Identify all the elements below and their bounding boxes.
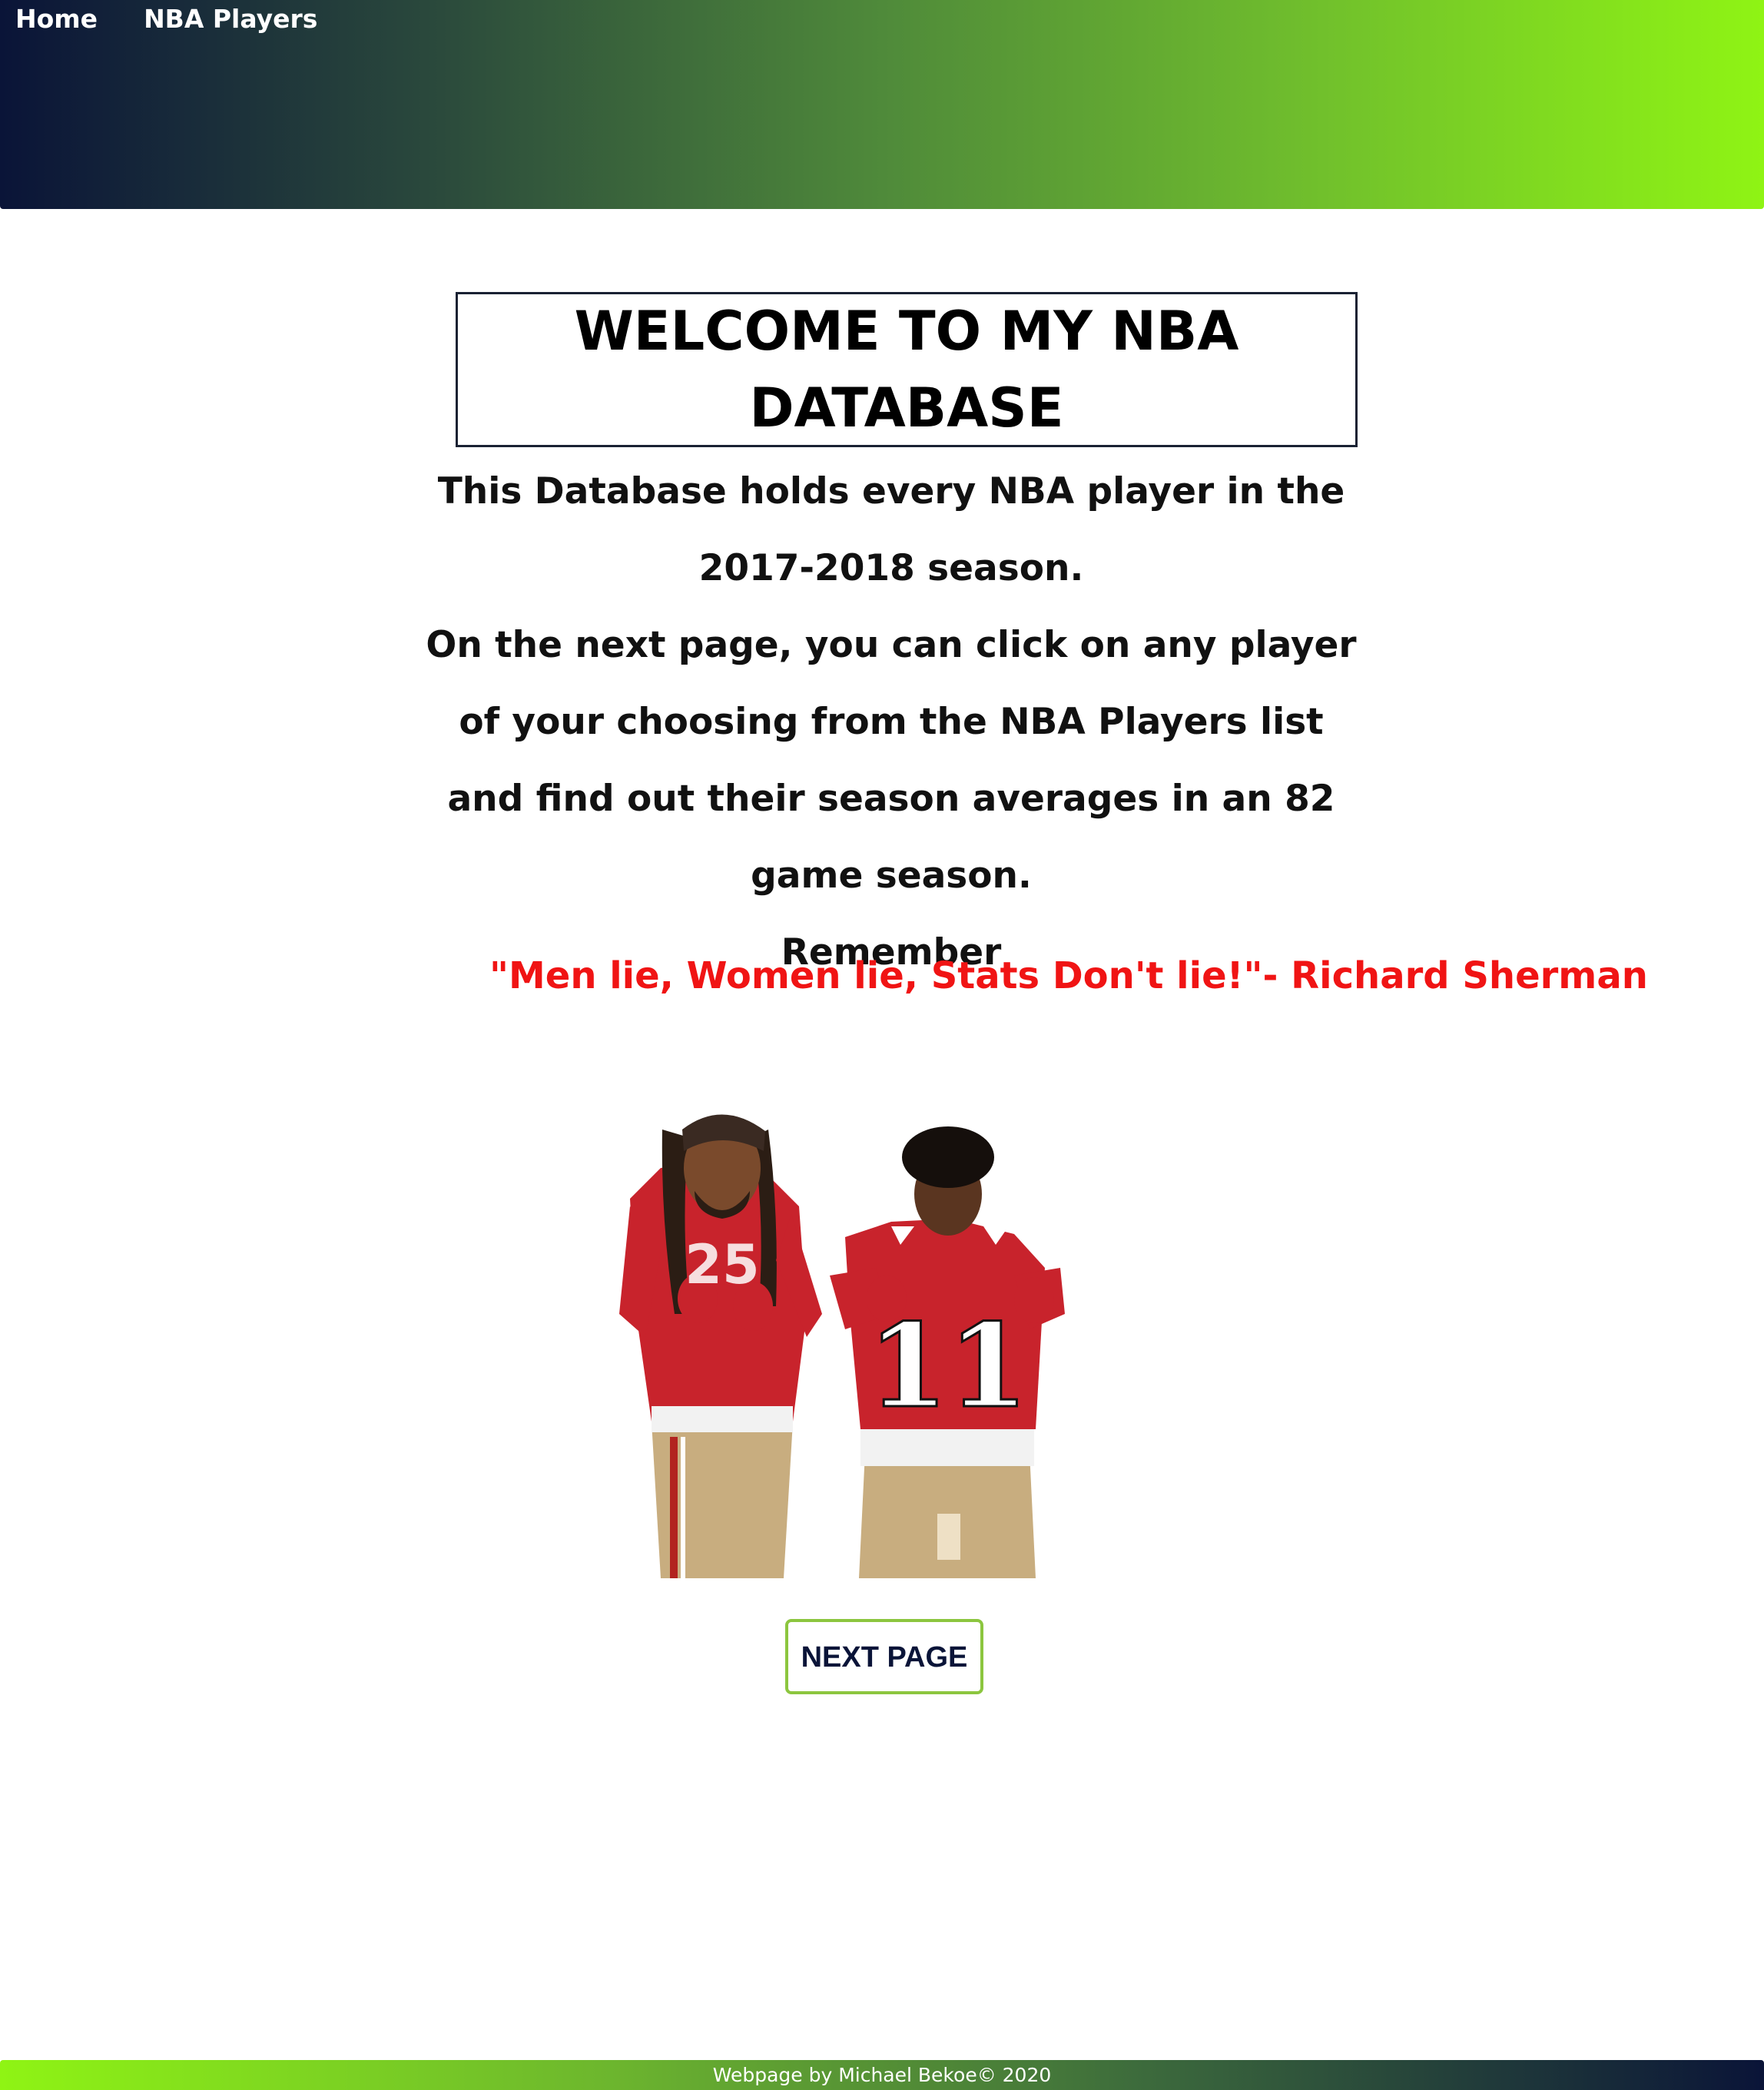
richard-sherman-quote: "Men lie, Women lie, Stats Don't lie!"- …	[489, 954, 1648, 997]
intro-paragraph-next-page: On the next page, you can click on any p…	[426, 624, 1357, 897]
svg-text:11: 11	[868, 1299, 1029, 1434]
football-players-gif: 25 11	[619, 1114, 1065, 1578]
page-title: WELCOME TO MY NBA DATABASE	[574, 300, 1239, 440]
footer-bar: Webpage by Michael Bekoe© 2020	[0, 2060, 1764, 2090]
left-player-figure: 25	[619, 1114, 822, 1578]
right-player-figure: 11	[830, 1126, 1065, 1578]
nav-link-nba-players[interactable]: NBA Players	[144, 0, 317, 38]
top-nav: Home NBA Players	[15, 0, 317, 38]
header-banner: Home NBA Players	[0, 0, 1764, 209]
nav-link-home[interactable]: Home	[15, 0, 98, 38]
intro-paragraph-database: This Database holds every NBA player in …	[437, 470, 1345, 589]
intro-text: This Database holds every NBA player in …	[415, 453, 1368, 991]
page: Home NBA Players WELCOME TO MY NBA DATAB…	[0, 0, 1764, 2090]
welcome-title-box: WELCOME TO MY NBA DATABASE	[456, 292, 1358, 447]
svg-text:25: 25	[685, 1233, 759, 1296]
next-page-button[interactable]: NEXT PAGE	[785, 1619, 983, 1694]
footer-credit: Webpage by Michael Bekoe© 2020	[712, 2064, 1052, 2086]
